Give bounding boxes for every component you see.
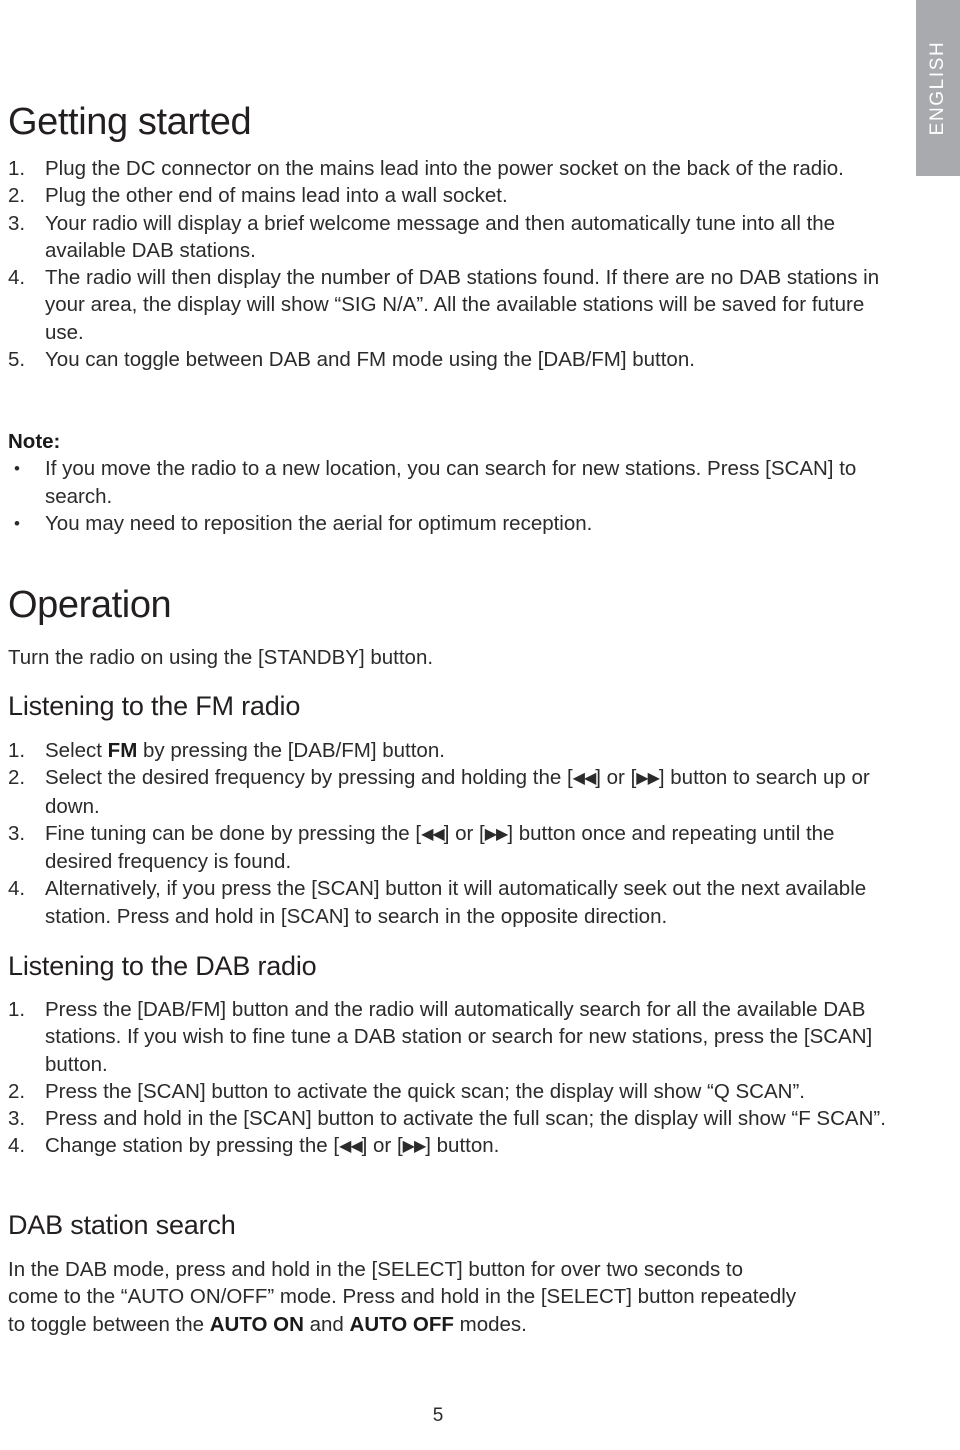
list-marker: 3.	[8, 211, 26, 235]
list-marker: 1.	[8, 157, 26, 180]
fm-radio-list: 1. Select FM by pressing the [DAB/FM] bu…	[8, 737, 888, 930]
operation-heading: Operation	[8, 584, 172, 626]
list-item-text-suffix: by pressing the [DAB/FM] button.	[137, 739, 445, 762]
list-item: 1. Plug the DC connector on the mains le…	[8, 155, 888, 182]
operation-intro-text: Turn the radio on using the [STANDBY] bu…	[8, 646, 434, 669]
list-item: 2. Plug the other end of mains lead into…	[8, 182, 888, 209]
list-item-text-prefix: Select the desired frequency by pressing…	[45, 766, 573, 790]
list-item-text: You can toggle between DAB and FM mode u…	[45, 348, 695, 372]
list-marker: 2.	[8, 184, 26, 208]
language-tab: ENGLISH	[916, 0, 960, 176]
fm-radio-heading: Listening to the FM radio	[8, 691, 301, 721]
list-item-text-mid: ] or [	[361, 1134, 403, 1158]
list-marker: 2.	[8, 766, 26, 790]
list-marker: 3.	[8, 821, 26, 845]
fast-forward-arrows-icon: ▶▶	[402, 1138, 427, 1156]
getting-started-heading: Getting started	[8, 101, 252, 143]
paragraph-part-3: modes.	[453, 1312, 527, 1336]
list-item-text: Press and hold in the [SCAN] button to a…	[45, 1107, 886, 1131]
list-item-text: The radio will then display the number o…	[45, 266, 880, 344]
fast-forward-arrows-icon: ▶▶	[484, 825, 509, 843]
list-item: • If you move the radio to a new locatio…	[8, 455, 888, 510]
list-item: 5. You can toggle between DAB and FM mod…	[8, 346, 888, 373]
paragraph-part-2: and	[303, 1312, 350, 1336]
list-marker: 1.	[8, 739, 26, 762]
fast-forward-arrows-icon: ▶▶	[636, 770, 660, 788]
list-item-text: Plug the DC connector on the mains lead …	[45, 157, 844, 180]
dab-radio-heading: Listening to the DAB radio	[8, 951, 317, 981]
note-label: Note:	[8, 430, 61, 453]
dab-station-search-paragraph: In the DAB mode, press and hold in the […	[8, 1256, 798, 1338]
dab-radio-list: 1. Press the [DAB/FM] button and the rad…	[8, 996, 888, 1161]
list-item-text: Plug the other end of mains lead into a …	[45, 184, 508, 208]
bullet-icon: •	[14, 459, 20, 479]
rewind-arrows-icon: ◀◀	[339, 1138, 363, 1156]
list-item-text: Press the [SCAN] button to activate the …	[45, 1079, 805, 1103]
paragraph-bold-auto-off: AUTO OFF	[349, 1312, 454, 1336]
list-item-text-bold: FM	[107, 739, 138, 762]
list-item: 4. Alternatively, if you press the [SCAN…	[8, 875, 888, 930]
list-item: 3. Your radio will display a brief welco…	[8, 210, 888, 265]
bullet-icon: •	[14, 513, 20, 533]
list-marker: 4.	[8, 1134, 26, 1158]
list-marker: 4.	[8, 877, 26, 901]
list-item-text-suffix: ] button.	[425, 1134, 500, 1158]
list-item: 4. The radio will then display the numbe…	[8, 264, 888, 346]
list-item: 2. Select the desired frequency by press…	[8, 764, 888, 820]
list-item-text-mid: ] or [	[443, 821, 485, 845]
language-tab-label: ENGLISH	[927, 40, 948, 136]
note-block: Note: • If you move the radio to a new l…	[8, 428, 888, 537]
rewind-arrows-icon: ◀◀	[572, 770, 597, 788]
list-item-text-prefix: Change station by pressing the [	[45, 1134, 340, 1158]
list-marker: 4.	[8, 266, 26, 290]
list-item-text-prefix: Fine tuning can be done by pressing the …	[45, 821, 422, 845]
dab-station-search-heading: DAB station search	[8, 1210, 236, 1240]
paragraph-bold-auto-on: AUTO ON	[209, 1312, 304, 1336]
list-item-text: Alternatively, if you press the [SCAN] b…	[45, 877, 867, 928]
list-item: 3. Fine tuning can be done by pressing t…	[8, 820, 888, 876]
list-item-text: Press the [DAB/FM] button and the radio …	[45, 998, 873, 1076]
getting-started-list: 1. Plug the DC connector on the mains le…	[8, 155, 888, 373]
list-item-text-prefix: Select	[45, 739, 108, 762]
list-item: 4. Change station by pressing the [◀◀] o…	[8, 1132, 888, 1160]
page-number: 5	[432, 1405, 444, 1426]
list-item-text: If you move the radio to a new location,…	[45, 457, 857, 508]
list-item: 1. Select FM by pressing the [DAB/FM] bu…	[8, 737, 888, 764]
list-marker: 2.	[8, 1079, 26, 1103]
rewind-arrows-icon: ◀◀	[421, 825, 445, 843]
list-item: 2. Press the [SCAN] button to activate t…	[8, 1078, 888, 1105]
list-item: • You may need to reposition the aerial …	[8, 510, 888, 537]
list-item: 3. Press and hold in the [SCAN] button t…	[8, 1105, 888, 1132]
list-marker: 5.	[8, 348, 26, 372]
list-item: 1. Press the [DAB/FM] button and the rad…	[8, 996, 888, 1078]
list-marker: 3.	[8, 1107, 26, 1131]
list-item-text-mid: ] or [	[595, 766, 637, 790]
note-list: • If you move the radio to a new locatio…	[8, 455, 888, 537]
list-item-text: You may need to reposition the aerial fo…	[45, 511, 593, 535]
list-item-text: Your radio will display a brief welcome …	[45, 211, 836, 262]
list-marker: 1.	[8, 998, 26, 1021]
